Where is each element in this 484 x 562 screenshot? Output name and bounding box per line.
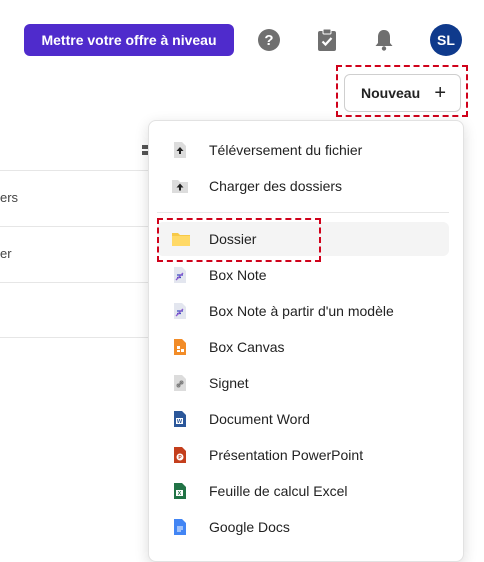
menu-item-label: Box Note bbox=[209, 267, 267, 283]
menu-item-box-canvas[interactable]: Box Canvas bbox=[157, 330, 449, 364]
folder-item-highlight bbox=[157, 218, 321, 262]
menu-item-bookmark[interactable]: Signet bbox=[157, 366, 449, 400]
upgrade-button[interactable]: Mettre votre offre à niveau bbox=[24, 24, 234, 56]
plus-icon: + bbox=[434, 82, 446, 104]
tasks-icon[interactable] bbox=[315, 28, 339, 52]
upload-file-icon bbox=[171, 141, 189, 159]
new-button-label: Nouveau bbox=[361, 85, 421, 101]
menu-item-label: Signet bbox=[209, 375, 249, 391]
google-docs-icon bbox=[171, 518, 189, 536]
row-divider bbox=[0, 226, 160, 227]
powerpoint-icon: P bbox=[171, 446, 189, 464]
new-button[interactable]: Nouveau + bbox=[344, 74, 461, 112]
menu-item-word[interactable]: W Document Word bbox=[157, 402, 449, 436]
box-note-icon bbox=[171, 266, 189, 284]
notifications-bell-icon[interactable] bbox=[372, 28, 396, 52]
row-divider bbox=[0, 170, 160, 171]
box-note-template-icon bbox=[171, 302, 189, 320]
menu-item-box-note[interactable]: Box Note bbox=[157, 258, 449, 292]
word-icon: W bbox=[171, 410, 189, 428]
svg-text:W: W bbox=[177, 419, 183, 425]
new-item-menu: Téléversement du fichier Charger des dos… bbox=[148, 120, 464, 562]
menu-item-label: Google Docs bbox=[209, 519, 290, 535]
bookmark-icon bbox=[171, 374, 189, 392]
svg-text:?: ? bbox=[264, 32, 273, 49]
menu-item-google-docs[interactable]: Google Docs bbox=[157, 510, 449, 544]
row-divider bbox=[0, 282, 160, 283]
box-canvas-icon bbox=[171, 338, 189, 356]
menu-item-label: Charger des dossiers bbox=[209, 178, 343, 194]
menu-item-excel[interactable]: X Feuille de calcul Excel bbox=[157, 474, 449, 508]
menu-item-label: Document Word bbox=[209, 411, 310, 427]
menu-item-powerpoint[interactable]: P Présentation PowerPoint bbox=[157, 438, 449, 472]
list-item-fragment[interactable]: ers bbox=[0, 190, 18, 205]
row-divider bbox=[0, 337, 160, 338]
menu-item-label: Présentation PowerPoint bbox=[209, 447, 364, 463]
menu-item-label: Téléversement du fichier bbox=[209, 142, 363, 158]
menu-item-label: Feuille de calcul Excel bbox=[209, 483, 348, 499]
menu-item-label: Box Canvas bbox=[209, 339, 285, 355]
help-icon[interactable]: ? bbox=[257, 28, 281, 52]
menu-item-box-note-template[interactable]: Box Note à partir d'un modèle bbox=[157, 294, 449, 328]
svg-text:X: X bbox=[178, 491, 182, 497]
list-item-fragment[interactable]: er bbox=[0, 246, 12, 261]
menu-item-label: Box Note à partir d'un modèle bbox=[209, 303, 394, 319]
menu-item-upload-file[interactable]: Téléversement du fichier bbox=[157, 133, 449, 167]
excel-icon: X bbox=[171, 482, 189, 500]
upload-folder-icon bbox=[171, 177, 189, 195]
menu-item-upload-folder[interactable]: Charger des dossiers bbox=[157, 169, 449, 203]
user-avatar[interactable]: SL bbox=[430, 24, 462, 56]
menu-divider bbox=[157, 212, 449, 213]
